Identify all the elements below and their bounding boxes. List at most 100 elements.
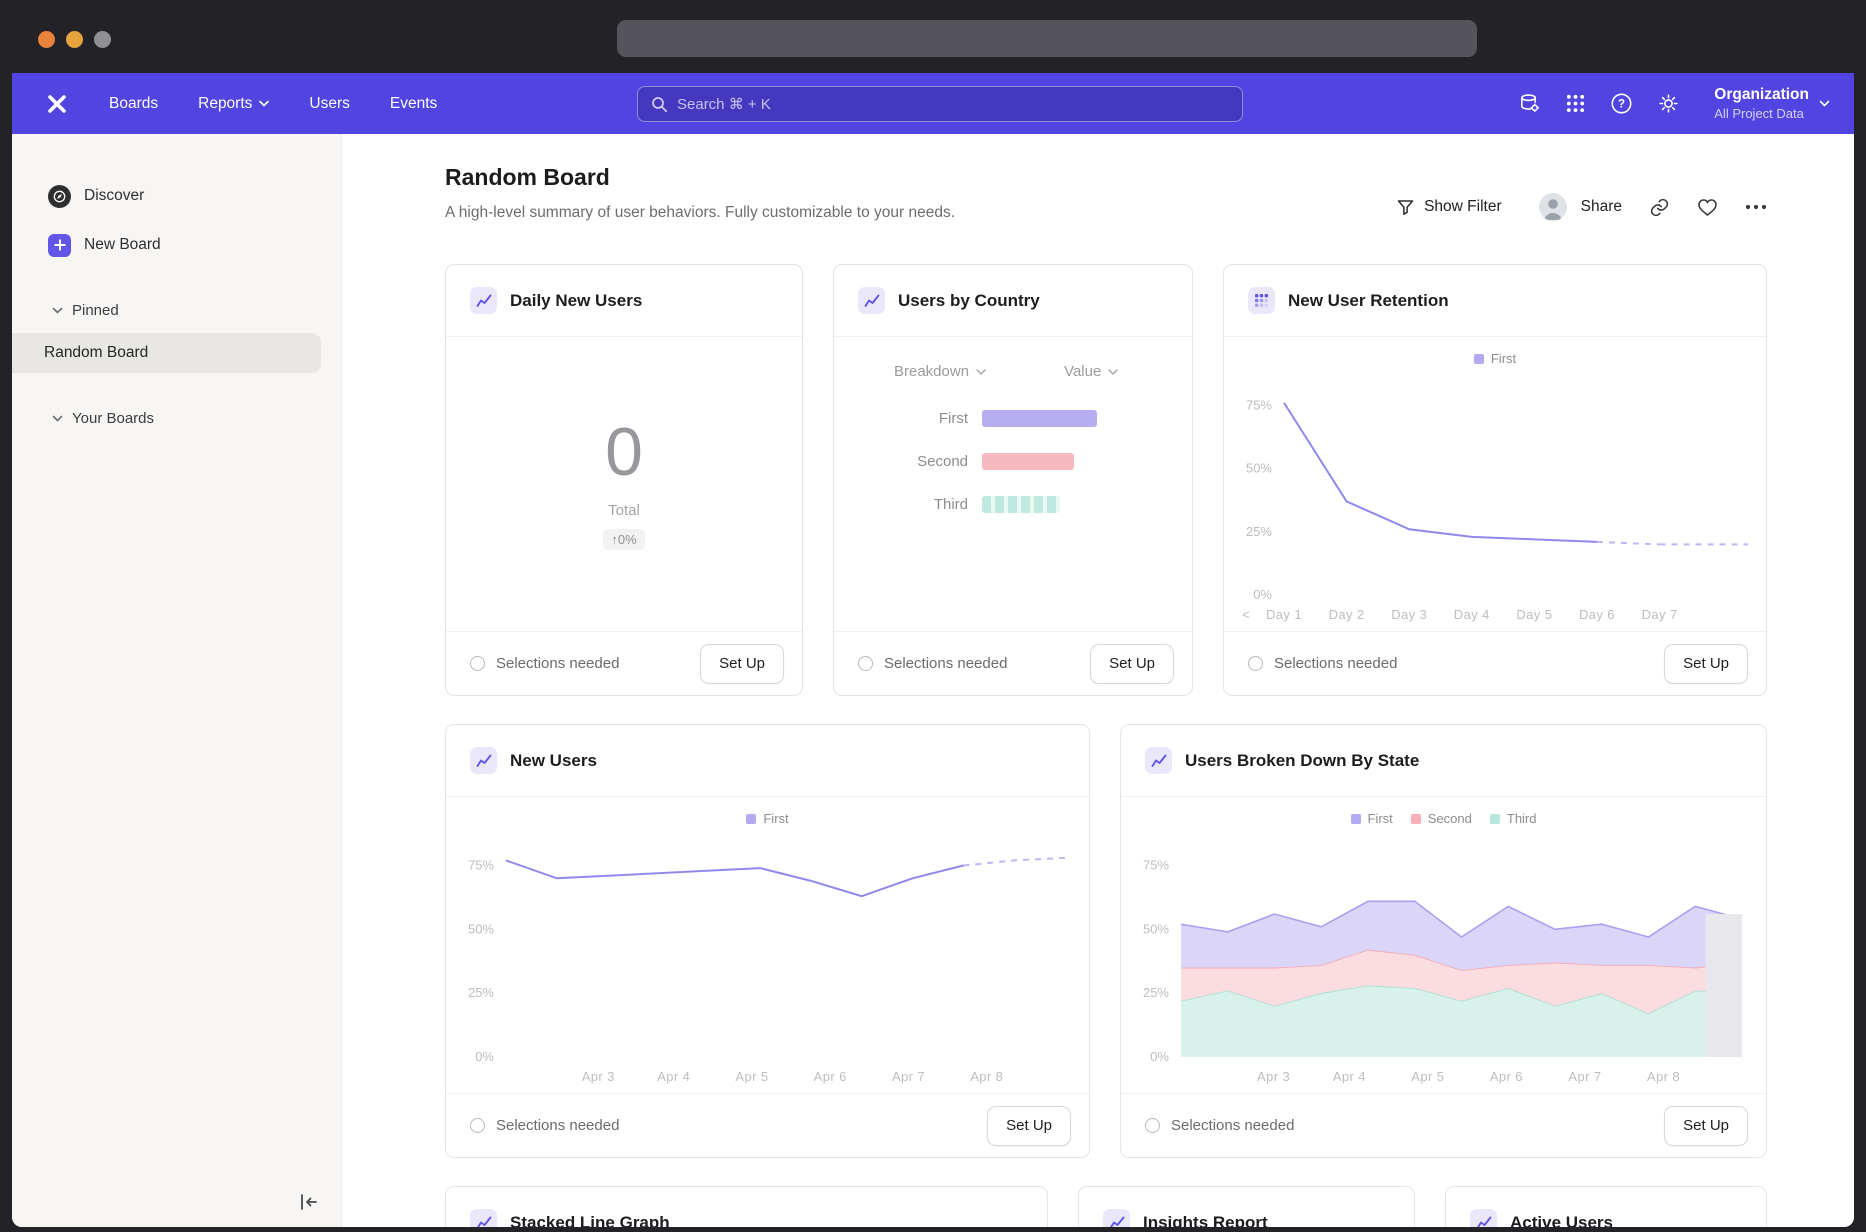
org-info: Organization All Project Data <box>1714 86 1809 121</box>
chevron-down-icon <box>52 415 63 422</box>
value-dropdown[interactable]: Value <box>1064 363 1118 380</box>
setup-button[interactable]: Set Up <box>987 1106 1071 1146</box>
bar-row: Third <box>864 496 1156 513</box>
svg-text:25%: 25% <box>1143 985 1169 1000</box>
sidebar-item-label: Discover <box>84 187 144 205</box>
navbar-right-cluster: ? Organization All Project Data <box>1518 86 1830 121</box>
card-title: New Users <box>510 751 597 771</box>
svg-text:50%: 50% <box>468 921 494 936</box>
sidebar-item-discover[interactable]: Discover <box>12 176 341 216</box>
bar-row: Second <box>864 453 1156 470</box>
bar-row: First <box>864 410 1156 427</box>
card-title: Stacked Line Graph <box>510 1213 670 1228</box>
settings-gear-icon[interactable] <box>1657 92 1680 115</box>
svg-text:Day 5: Day 5 <box>1516 607 1552 622</box>
svg-text:25%: 25% <box>1246 524 1272 539</box>
filter-funnel-icon <box>1396 198 1415 217</box>
legend-label: First <box>1491 351 1516 366</box>
setup-button[interactable]: Set Up <box>1664 644 1748 684</box>
line-chart-icon <box>1470 1209 1497 1227</box>
breakdown-dropdown[interactable]: Breakdown <box>894 363 986 380</box>
show-filter-button[interactable]: Show Filter <box>1396 198 1502 217</box>
data-management-icon[interactable] <box>1518 92 1541 115</box>
show-filter-label: Show Filter <box>1424 198 1502 216</box>
svg-text:0%: 0% <box>1253 587 1272 602</box>
line-chart-icon <box>470 1209 497 1227</box>
svg-text:Apr 6: Apr 6 <box>1490 1069 1523 1084</box>
svg-text:Apr 4: Apr 4 <box>1333 1069 1366 1084</box>
avatar[interactable] <box>1538 192 1568 222</box>
line-chart-icon <box>1103 1209 1130 1227</box>
apps-grid-icon[interactable] <box>1565 93 1586 114</box>
window-zoom-button[interactable] <box>94 31 111 48</box>
retention-chart-body: First 75%50%25%0%Day 1Day 2Day 3Day 4Day… <box>1224 337 1766 631</box>
card-header: Stacked Line Graph <box>446 1187 1047 1227</box>
selection-status-text: Selections needed <box>496 655 619 672</box>
card-new-user-retention: New User Retention First 75%50%25%0%Day … <box>1223 264 1767 696</box>
card-new-users: New Users First 75%50%25%0%Apr 3Apr 4Apr… <box>445 724 1090 1158</box>
heart-icon[interactable] <box>1697 198 1718 217</box>
svg-text:Apr 3: Apr 3 <box>1257 1069 1290 1084</box>
legend-entry: First <box>746 811 788 826</box>
legend-label: Second <box>1428 811 1472 826</box>
card-title: Insights Report <box>1143 1213 1268 1228</box>
chart-legend: First <box>1224 351 1766 366</box>
metric-value: 0 <box>605 418 643 486</box>
retention-grid-icon <box>1248 287 1275 314</box>
window-titlebar <box>0 0 1866 73</box>
pinned-section-toggle[interactable]: Pinned <box>12 293 341 327</box>
cards-row-1: Daily New Users 0 Total ↑0% Selections n… <box>445 264 1767 696</box>
chevron-down-icon <box>259 100 269 107</box>
help-icon[interactable]: ? <box>1610 92 1633 115</box>
nav-reports[interactable]: Reports <box>198 95 269 113</box>
setup-button[interactable]: Set Up <box>1090 644 1174 684</box>
legend-entry: Third <box>1490 811 1537 826</box>
nav-users[interactable]: Users <box>309 95 349 113</box>
sidebar-item-new-board[interactable]: New Board <box>12 225 341 265</box>
selection-status-icon <box>1248 656 1263 671</box>
svg-text:Apr 6: Apr 6 <box>814 1069 847 1084</box>
bar-track <box>982 453 1156 470</box>
legend-swatch <box>1411 814 1421 824</box>
selection-status-text: Selections needed <box>1171 1117 1294 1134</box>
window-minimize-button[interactable] <box>66 31 83 48</box>
legend-swatch <box>1351 814 1361 824</box>
legend-entry: First <box>1351 811 1393 826</box>
mixpanel-logo[interactable] <box>45 92 69 116</box>
org-switcher[interactable]: Organization All Project Data <box>1714 86 1830 121</box>
legend-entry: First <box>1474 351 1516 366</box>
cards-row-2: New Users First 75% 50% 25% 0% Apr 3 Apr 4 Apr… <box>445 724 1767 1158</box>
legend-swatch <box>1474 354 1484 364</box>
new-users-chart-body: First 75%50%25%0%Apr 3Apr 4Apr 5Apr 6Apr… <box>446 797 1089 1093</box>
state-chart-body: First Second Third 75%50%25%0%Apr 3Apr 4… <box>1121 797 1766 1093</box>
setup-button[interactable]: Set Up <box>1664 1106 1748 1146</box>
window-close-button[interactable] <box>38 31 55 48</box>
link-icon[interactable] <box>1649 197 1670 218</box>
more-options-icon[interactable] <box>1745 204 1767 210</box>
collapse-sidebar-icon[interactable] <box>299 1193 319 1211</box>
nav-boards[interactable]: Boards <box>109 95 158 113</box>
card-header: Insights Report <box>1079 1187 1414 1227</box>
svg-text:75%: 75% <box>468 858 494 873</box>
your-boards-section-toggle[interactable]: Your Boards <box>12 401 341 435</box>
svg-text:0%: 0% <box>475 1049 494 1064</box>
svg-text:Apr 4: Apr 4 <box>657 1069 690 1084</box>
nav-events[interactable]: Events <box>390 95 437 113</box>
primary-nav: Boards Reports Users Events <box>109 95 437 113</box>
setup-button[interactable]: Set Up <box>700 644 784 684</box>
card-title: New User Retention <box>1288 291 1449 311</box>
card-header: Users Broken Down By State <box>1121 725 1766 797</box>
value-label: Value <box>1064 363 1101 380</box>
svg-text:Day 1: Day 1 <box>1266 607 1302 622</box>
cards-row-3: Stacked Line Graph Insights Report <box>445 1186 1767 1227</box>
chevron-down-icon <box>52 307 63 314</box>
browser-url-bar[interactable] <box>617 20 1477 57</box>
global-search[interactable] <box>637 86 1243 122</box>
selection-status-icon <box>858 656 873 671</box>
sidebar-item-random-board[interactable]: Random Board <box>12 333 321 373</box>
svg-text:Apr 8: Apr 8 <box>970 1069 1003 1084</box>
bar-label: First <box>864 410 982 427</box>
share-button[interactable]: Share <box>1581 198 1622 216</box>
search-input[interactable] <box>677 96 1229 113</box>
card-daily-new-users: Daily New Users 0 Total ↑0% Selections n… <box>445 264 803 696</box>
